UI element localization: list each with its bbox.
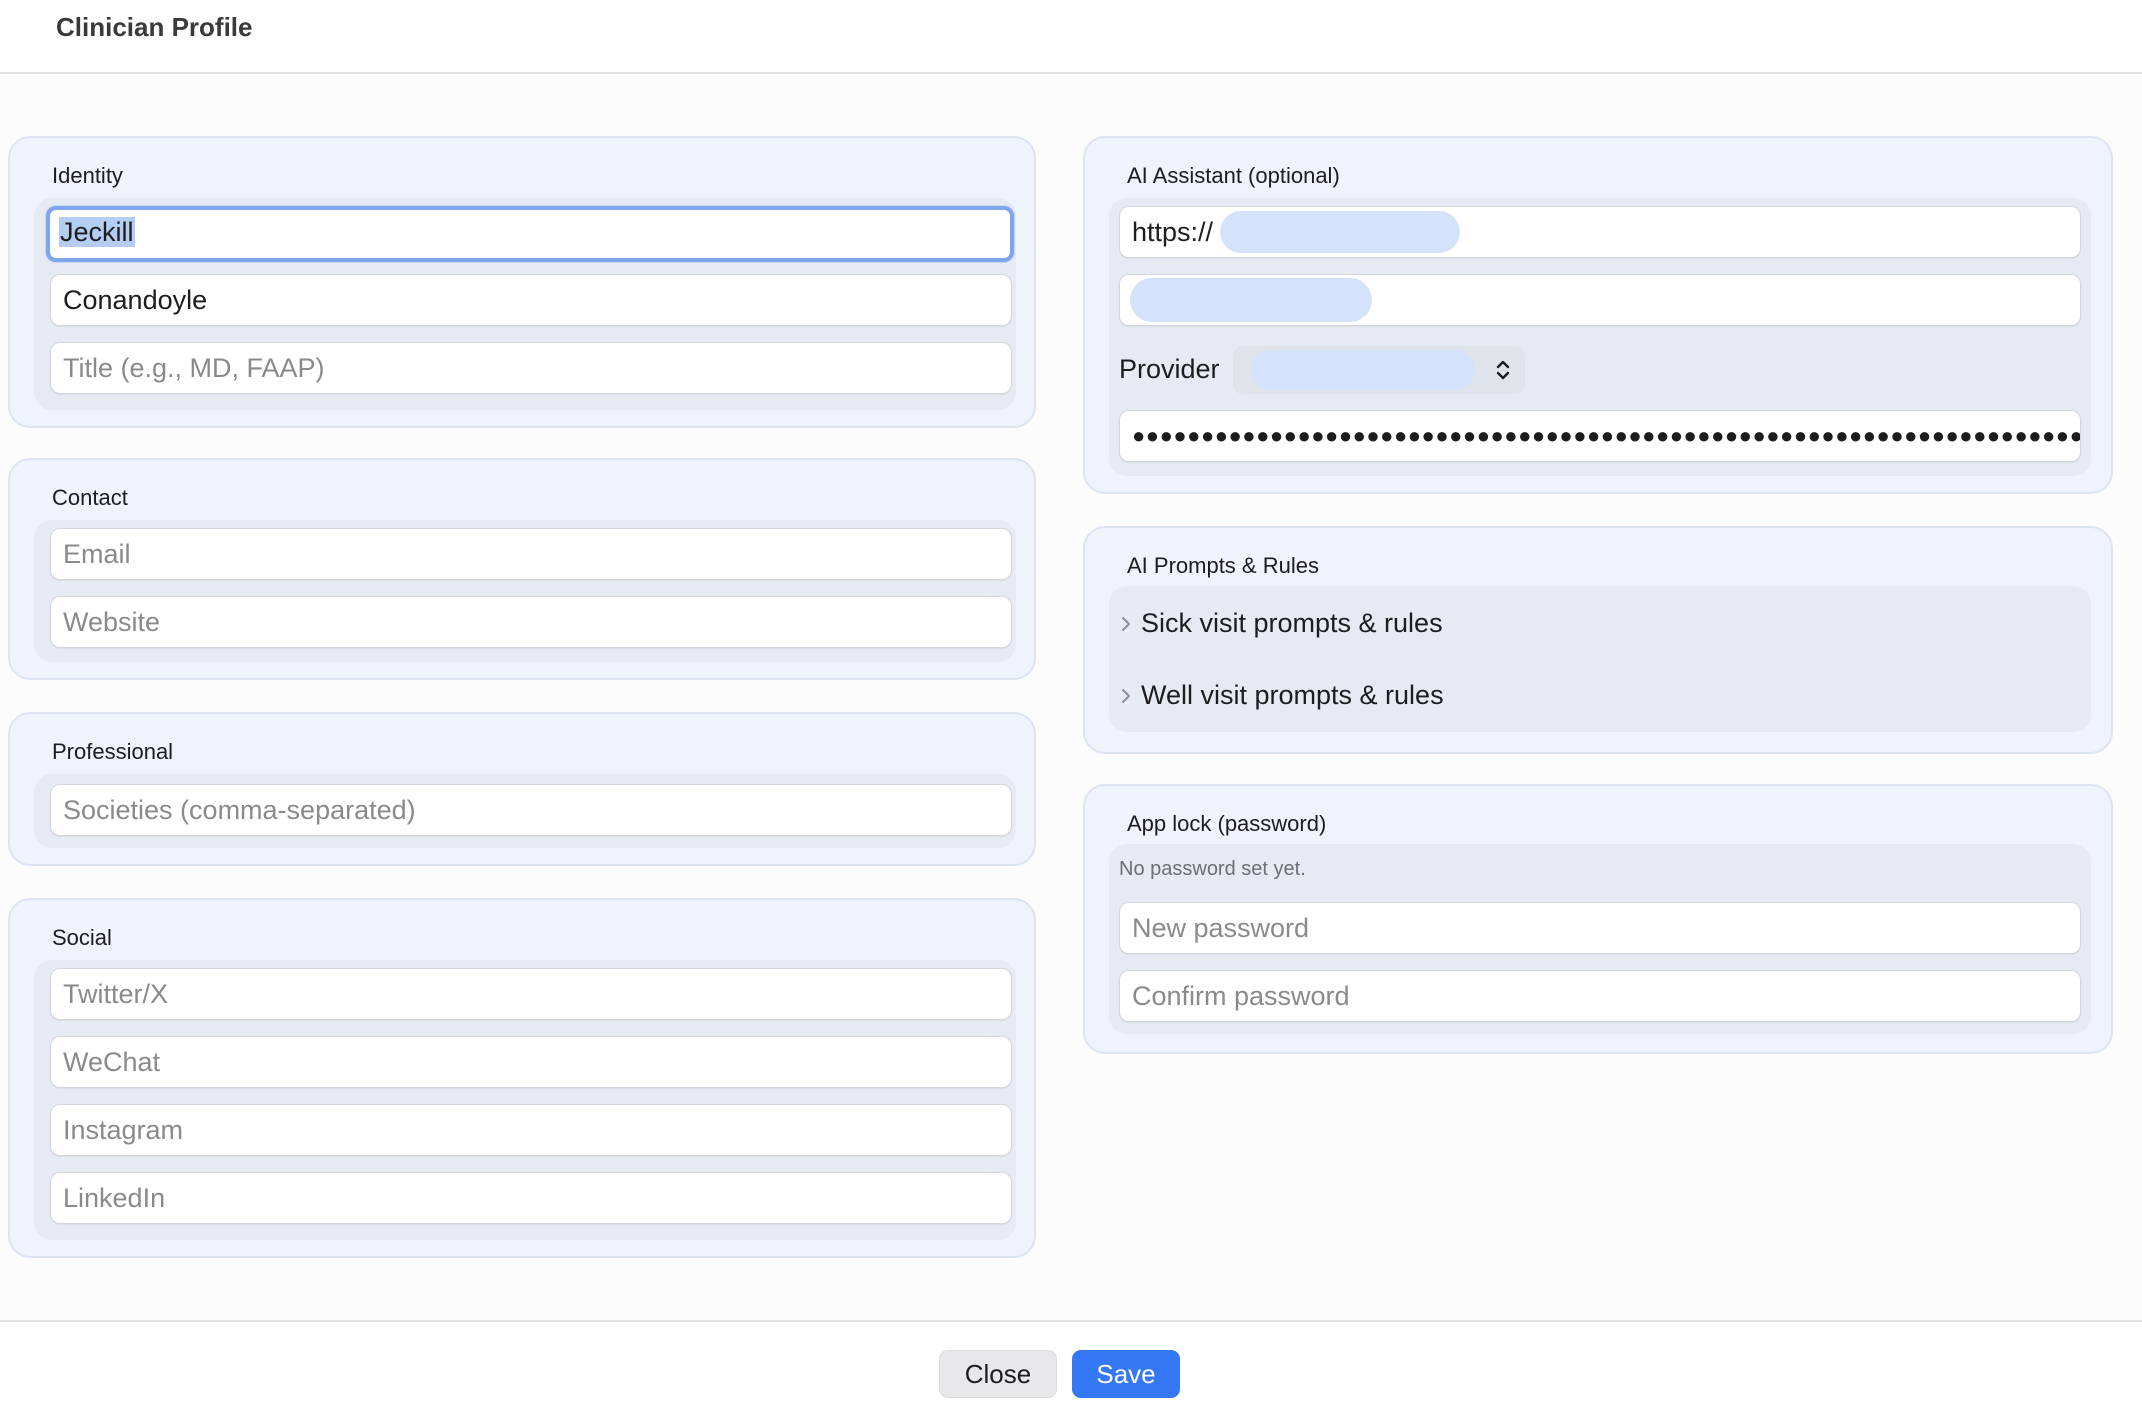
sick-visit-disclosure[interactable]: Sick visit prompts & rules (1109, 594, 2091, 654)
app-lock-section-title: App lock (password) (1127, 811, 1327, 836)
updown-chevron-icon (1496, 360, 1510, 380)
ai-prompts-group: Sick visit prompts & rules Well visit pr… (1109, 586, 2091, 732)
wechat-field[interactable]: WeChat (50, 1036, 1012, 1088)
linkedin-field[interactable]: LinkedIn (50, 1172, 1012, 1224)
first-name-value: Jeckill (59, 217, 135, 247)
clinician-profile-window: Clinician Profile Identity Jeckill Conan… (0, 0, 2142, 1406)
endpoint-url-field[interactable]: https:// (1119, 206, 2081, 258)
window-header: Clinician Profile (0, 0, 2142, 74)
professional-section-title: Professional (52, 739, 174, 764)
chevron-right-icon (1122, 617, 1130, 631)
social-section: Social Twitter/X WeChat Instagram Linked… (8, 898, 1036, 1258)
close-button[interactable]: Close (939, 1350, 1057, 1398)
model-field[interactable] (1119, 274, 2081, 326)
ai-prompts-section: AI Prompts & Rules Sick visit prompts & … (1083, 526, 2113, 754)
twitter-field[interactable]: Twitter/X (50, 968, 1012, 1020)
website-field[interactable]: Website (50, 596, 1012, 648)
first-name-field[interactable]: Jeckill (46, 206, 1014, 262)
societies-field[interactable]: Societies (comma-separated) (50, 784, 1012, 836)
new-password-field[interactable]: New password (1119, 902, 2081, 954)
contact-section: Contact Email Website (8, 458, 1036, 680)
app-lock-section: App lock (password) No password set yet.… (1083, 784, 2113, 1054)
redacted-provider (1251, 350, 1475, 390)
ai-assistant-section: AI Assistant (optional) https:// Provide… (1083, 136, 2113, 494)
sick-visit-label: Sick visit prompts & rules (1141, 608, 1443, 638)
social-section-title: Social (52, 925, 112, 950)
save-button[interactable]: Save (1072, 1350, 1180, 1398)
password-status-text: No password set yet. (1119, 858, 1306, 880)
professional-section: Professional Societies (comma-separated) (8, 712, 1036, 866)
contact-section-title: Contact (52, 485, 128, 510)
provider-select[interactable] (1233, 346, 1525, 394)
ai-prompts-section-title: AI Prompts & Rules (1127, 553, 1319, 578)
contact-field-group: Email Website (34, 520, 1016, 662)
identity-field-group: Jeckill Conandoyle Title (e.g., MD, FAAP… (34, 198, 1016, 410)
social-field-group: Twitter/X WeChat Instagram LinkedIn (34, 960, 1016, 1240)
chevron-right-icon (1122, 689, 1130, 703)
app-lock-field-group: No password set yet. New password Confir… (1109, 844, 2091, 1034)
provider-label: Provider (1119, 354, 1220, 384)
ai-assistant-field-group: https:// Provider ●●●●●●●●●●●●●●●●●●●●●●… (1109, 198, 2091, 476)
well-visit-disclosure[interactable]: Well visit prompts & rules (1109, 666, 2091, 726)
confirm-password-field[interactable]: Confirm password (1119, 970, 2081, 1022)
professional-field-group: Societies (comma-separated) (34, 774, 1016, 848)
email-field[interactable]: Email (50, 528, 1012, 580)
identity-section: Identity Jeckill Conandoyle Title (e.g.,… (8, 136, 1036, 428)
window-footer: Close Save (0, 1320, 2142, 1406)
ai-assistant-section-title: AI Assistant (optional) (1127, 163, 1340, 188)
identity-section-title: Identity (52, 163, 123, 188)
last-name-field[interactable]: Conandoyle (50, 274, 1012, 326)
title-field[interactable]: Title (e.g., MD, FAAP) (50, 342, 1012, 394)
window-title: Clinician Profile (56, 12, 253, 42)
api-key-field[interactable]: ●●●●●●●●●●●●●●●●●●●●●●●●●●●●●●●●●●●●●●●●… (1119, 410, 2081, 462)
instagram-field[interactable]: Instagram (50, 1104, 1012, 1156)
redacted-model (1130, 278, 1372, 322)
redacted-url (1220, 211, 1460, 253)
well-visit-label: Well visit prompts & rules (1141, 680, 1444, 710)
endpoint-url-value: https:// (1132, 217, 1214, 247)
